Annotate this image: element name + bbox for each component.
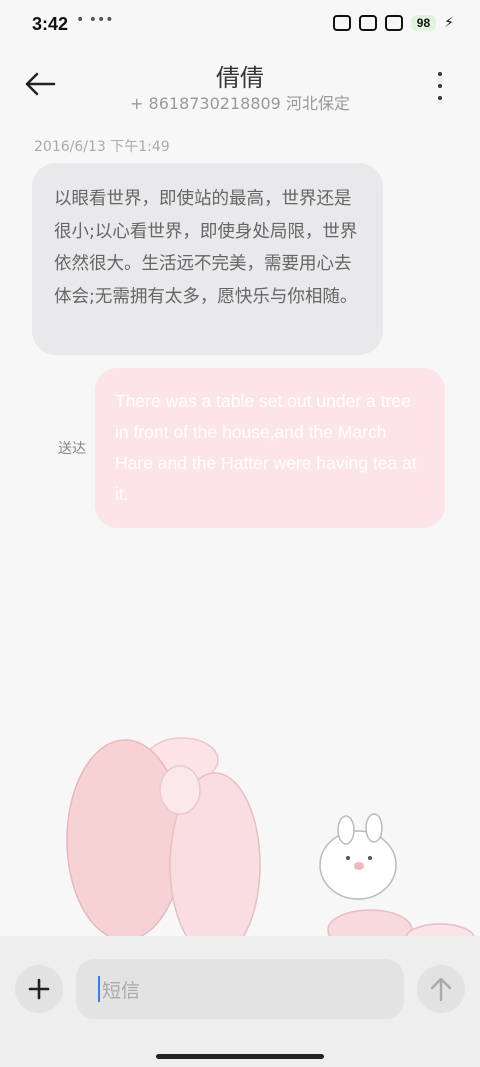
message-timestamp: 2016/6/13 下午1:49 [34,139,170,155]
plus-icon [28,978,50,1000]
delivery-status: 送达 [58,441,86,457]
more-vert-icon [438,72,442,76]
outgoing-message-bubble[interactable]: There was a table set out under a tree i… [95,368,445,528]
text-cursor [98,976,100,1002]
send-arrow-icon [430,977,452,1002]
contact-number: + 8618730218809 河北保定 [130,94,350,113]
battery-indicator: 98 [410,15,437,31]
message-input[interactable]: 短信 [76,959,404,1019]
more-options-button[interactable] [436,72,444,100]
vibrate-icon [332,15,351,31]
status-time: 3:42 [32,14,69,34]
wallpaper-illustration [66,737,475,940]
mute-icon [358,15,377,31]
home-indicator[interactable] [156,1054,324,1059]
contact-name: 倩倩 [216,64,264,92]
status-icons: 98 ⚡ [332,15,454,31]
signal-icon [384,15,403,31]
notification-dots: • ••• [76,12,114,28]
conversation-header: 倩倩 + 8618730218809 河北保定 [0,50,480,120]
message-input-placeholder: 短信 [102,979,141,1002]
charging-icon: ⚡ [444,15,454,31]
send-button[interactable] [417,965,465,1013]
add-attachment-button[interactable] [15,965,63,1013]
incoming-message-bubble[interactable]: 以眼看世界，即使站的最高，世界还是很小;以心看世界，即使身处局限，世界依然很大。… [32,163,383,355]
status-bar: 3:42 • ••• 98 ⚡ [0,0,480,50]
